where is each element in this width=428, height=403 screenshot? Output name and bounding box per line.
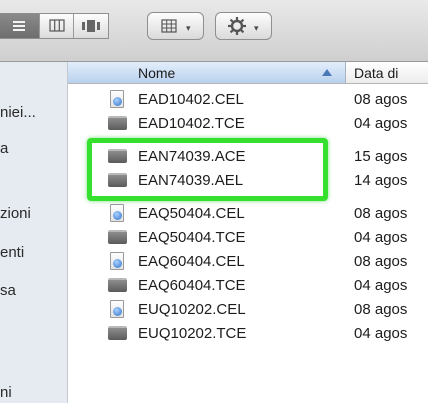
sidebar: niei... a zioni enti sa ni xyxy=(0,62,68,403)
column-view-icon xyxy=(49,19,65,32)
file-date: 08 agos xyxy=(354,205,408,222)
sidebar-item-2[interactable]: zioni xyxy=(0,205,31,222)
sidebar-item-3[interactable]: enti xyxy=(0,244,24,261)
document-icon xyxy=(110,90,124,108)
date-column-label: Data di xyxy=(354,65,399,81)
file-row[interactable]: EAQ50404.TCE 04 agos xyxy=(68,226,428,248)
file-name: EAQ50404.TCE xyxy=(138,229,246,246)
document-icon xyxy=(110,204,124,222)
sidebar-item-0[interactable]: niei... xyxy=(0,104,36,121)
action-button[interactable]: ▾ xyxy=(215,12,272,40)
file-date: 08 agos xyxy=(354,301,408,318)
file-date: 08 agos xyxy=(354,91,408,108)
file-name: EAD10402.TCE xyxy=(138,115,245,132)
file-row[interactable]: EAD10402.TCE 04 agos xyxy=(68,112,428,134)
column-view-button[interactable] xyxy=(40,14,73,38)
file-name: EAQ60404.CEL xyxy=(138,253,245,270)
coverflow-view-button[interactable] xyxy=(74,14,108,38)
file-row[interactable]: EAQ60404.CEL 08 agos xyxy=(68,250,428,272)
date-column-header[interactable]: Data di xyxy=(346,62,428,83)
file-row[interactable]: EUQ10202.CEL 08 agos xyxy=(68,298,428,320)
name-column-header[interactable]: Nome xyxy=(68,62,346,83)
file-date: 04 agos xyxy=(354,115,408,132)
coverflow-view-icon xyxy=(82,20,100,32)
sort-ascending-icon xyxy=(322,69,332,76)
grid-icon xyxy=(161,19,177,33)
sidebar-item-4[interactable]: sa xyxy=(0,282,16,299)
file-icon xyxy=(108,326,127,340)
document-icon xyxy=(110,252,124,270)
chevron-down-icon: ▾ xyxy=(186,23,191,33)
file-date: 08 agos xyxy=(354,253,408,270)
gear-icon xyxy=(228,17,246,35)
file-date: 04 agos xyxy=(354,277,408,294)
file-name: EUQ10202.TCE xyxy=(138,325,247,342)
name-column-label: Nome xyxy=(138,65,176,81)
file-icon xyxy=(108,230,127,244)
sidebar-item-5[interactable]: ni xyxy=(0,384,12,401)
highlight-box xyxy=(87,138,328,201)
file-name: EAD10402.CEL xyxy=(138,91,244,108)
file-date: 04 agos xyxy=(354,229,408,246)
column-header: Nome Data di xyxy=(68,62,428,84)
file-name: EUQ10202.CEL xyxy=(138,301,246,318)
file-row[interactable]: EUQ10202.TCE 04 agos xyxy=(68,322,428,344)
toolbar: ▾ ▾ xyxy=(0,0,428,62)
document-icon xyxy=(110,300,124,318)
file-name: EAQ50404.CEL xyxy=(138,205,245,222)
file-icon xyxy=(108,278,127,292)
sidebar-item-1[interactable]: a xyxy=(0,140,8,157)
file-row[interactable]: EAQ60404.TCE 04 agos xyxy=(68,274,428,296)
file-date: 04 agos xyxy=(354,325,408,342)
file-date: 15 agos xyxy=(354,148,408,165)
file-list: Nome Data di EAD10402.CEL 08 agos EAD104… xyxy=(68,62,428,403)
chevron-down-icon: ▾ xyxy=(254,23,259,33)
file-icon xyxy=(108,116,127,130)
list-view-button[interactable] xyxy=(0,14,39,38)
arrange-button[interactable]: ▾ xyxy=(147,12,204,40)
file-row[interactable]: EAD10402.CEL 08 agos xyxy=(68,88,428,110)
view-mode-segmented-control xyxy=(0,13,109,39)
file-row[interactable]: EAQ50404.CEL 08 agos xyxy=(68,202,428,224)
list-view-icon xyxy=(13,21,25,31)
file-name: EAQ60404.TCE xyxy=(138,277,246,294)
file-date: 14 agos xyxy=(354,172,408,189)
